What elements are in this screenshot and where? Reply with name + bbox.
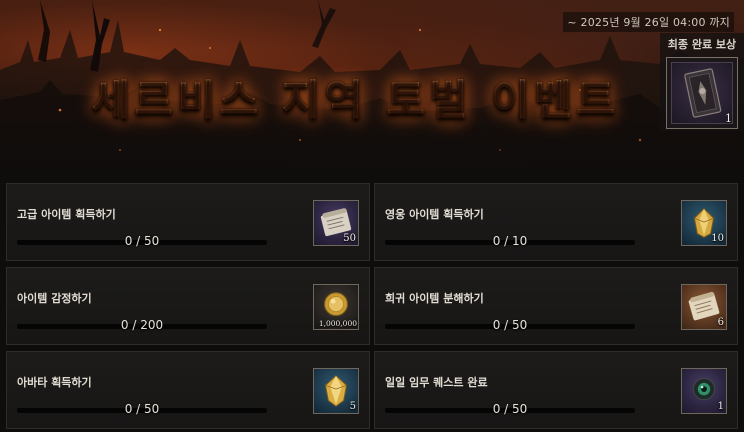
final-reward-count: 1 <box>725 112 732 125</box>
mission-title: 희귀 아이템 분해하기 <box>385 292 484 305</box>
reward-count: 10 <box>711 233 724 244</box>
mission-card: 아이템 감정하기 0 / 200 1,000,000 <box>6 267 370 345</box>
progress-text: 0 / 50 <box>124 234 160 248</box>
reward-slot[interactable]: 5 <box>313 368 359 414</box>
reward-slot[interactable]: 6 <box>681 284 727 330</box>
event-deadline: ~ 2025년 9월 26일 04:00 까지 <box>563 12 734 32</box>
final-reward-panel: 최종 완료 보상 1 <box>660 33 744 131</box>
reward-slot[interactable]: 50 <box>313 200 359 246</box>
event-banner: 세르비스 지역 토벌 이벤트 ~ 2025년 9월 26일 04:00 까지 최… <box>0 0 744 180</box>
reward-slot[interactable]: 10 <box>681 200 727 246</box>
mission-card: 아바타 획득하기 0 / 50 5 <box>6 351 370 429</box>
reward-count: 50 <box>343 233 356 244</box>
progress-text: 0 / 50 <box>492 402 528 416</box>
progress-text: 0 / 200 <box>120 318 164 332</box>
mission-title: 영웅 아이템 획득하기 <box>385 208 484 221</box>
reward-count: 6 <box>717 317 724 328</box>
mission-grid: 고급 아이템 획득하기 0 / 50 50 영웅 아이템 획득하기 0 / 10 <box>0 183 744 432</box>
progress-text: 0 / 10 <box>492 234 528 248</box>
final-reward-slot[interactable]: 1 <box>666 57 738 129</box>
reward-slot[interactable]: 1 <box>681 368 727 414</box>
progress-text: 0 / 50 <box>124 402 160 416</box>
mission-card: 고급 아이템 획득하기 0 / 50 50 <box>6 183 370 261</box>
mission-title: 고급 아이템 획득하기 <box>17 208 116 221</box>
mission-card: 영웅 아이템 획득하기 0 / 10 10 <box>374 183 738 261</box>
final-reward-label: 최종 완료 보상 <box>667 38 737 51</box>
dark-card-icon <box>671 62 733 124</box>
progress-text: 0 / 50 <box>492 318 528 332</box>
mission-title: 일일 임무 퀘스트 완료 <box>385 376 488 389</box>
reward-slot[interactable]: 1,000,000 <box>313 284 359 330</box>
event-title: 세르비스 지역 토벌 이벤트 <box>92 66 652 126</box>
mission-card: 일일 임무 퀘스트 완료 0 / 50 1 <box>374 351 738 429</box>
reward-count: 1 <box>717 401 724 412</box>
reward-count: 5 <box>349 401 356 412</box>
mission-title: 아이템 감정하기 <box>17 292 92 305</box>
mission-title: 아바타 획득하기 <box>17 376 92 389</box>
reward-count: 1,000,000 <box>318 319 357 328</box>
mission-card: 희귀 아이템 분해하기 0 / 50 6 <box>374 267 738 345</box>
